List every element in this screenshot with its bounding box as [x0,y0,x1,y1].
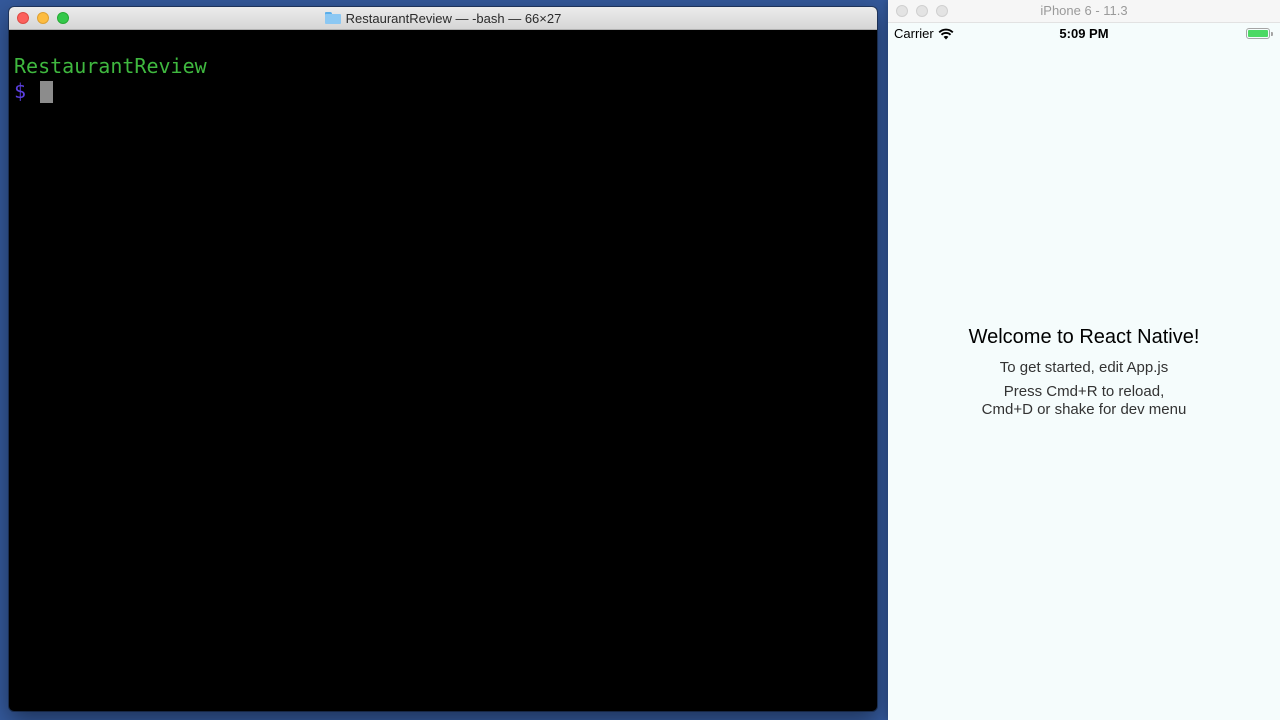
terminal-title: RestaurantReview — -bash — 66×27 [9,7,877,29]
status-time: 5:09 PM [1059,26,1109,41]
prompt-symbol: $ [14,79,27,103]
app-content: Welcome to React Native! To get started,… [888,326,1280,419]
ios-status-bar: Carrier 5:09 PM [888,23,1280,45]
instructions-text: To get started, edit App.js [999,359,1169,376]
simulator-titlebar[interactable]: iPhone 6 - 11.3 [888,0,1280,23]
terminal-directory: RestaurantReview [14,54,207,78]
reload-text-line2: Cmd+D or shake for dev menu [981,401,1187,418]
terminal-titlebar[interactable]: RestaurantReview — -bash — 66×27 [9,7,877,30]
terminal-prompt-line[interactable]: $ [14,79,877,104]
folder-icon [324,12,341,24]
terminal-output[interactable]: RestaurantReview $ [9,30,877,104]
welcome-heading: Welcome to React Native! [968,326,1200,348]
terminal-cursor [40,80,53,103]
battery-icon [1246,28,1273,39]
simulator-title: iPhone 6 - 11.3 [1040,3,1128,18]
simulator-window[interactable]: iPhone 6 - 11.3 Carrier 5:09 PM Welcome … [888,0,1280,720]
reload-text-line1: Press Cmd+R to reload, [1003,383,1165,400]
terminal-title-text: RestaurantReview — -bash — 66×27 [345,10,562,26]
terminal-window[interactable]: RestaurantReview — -bash — 66×27 Restaur… [9,7,877,711]
